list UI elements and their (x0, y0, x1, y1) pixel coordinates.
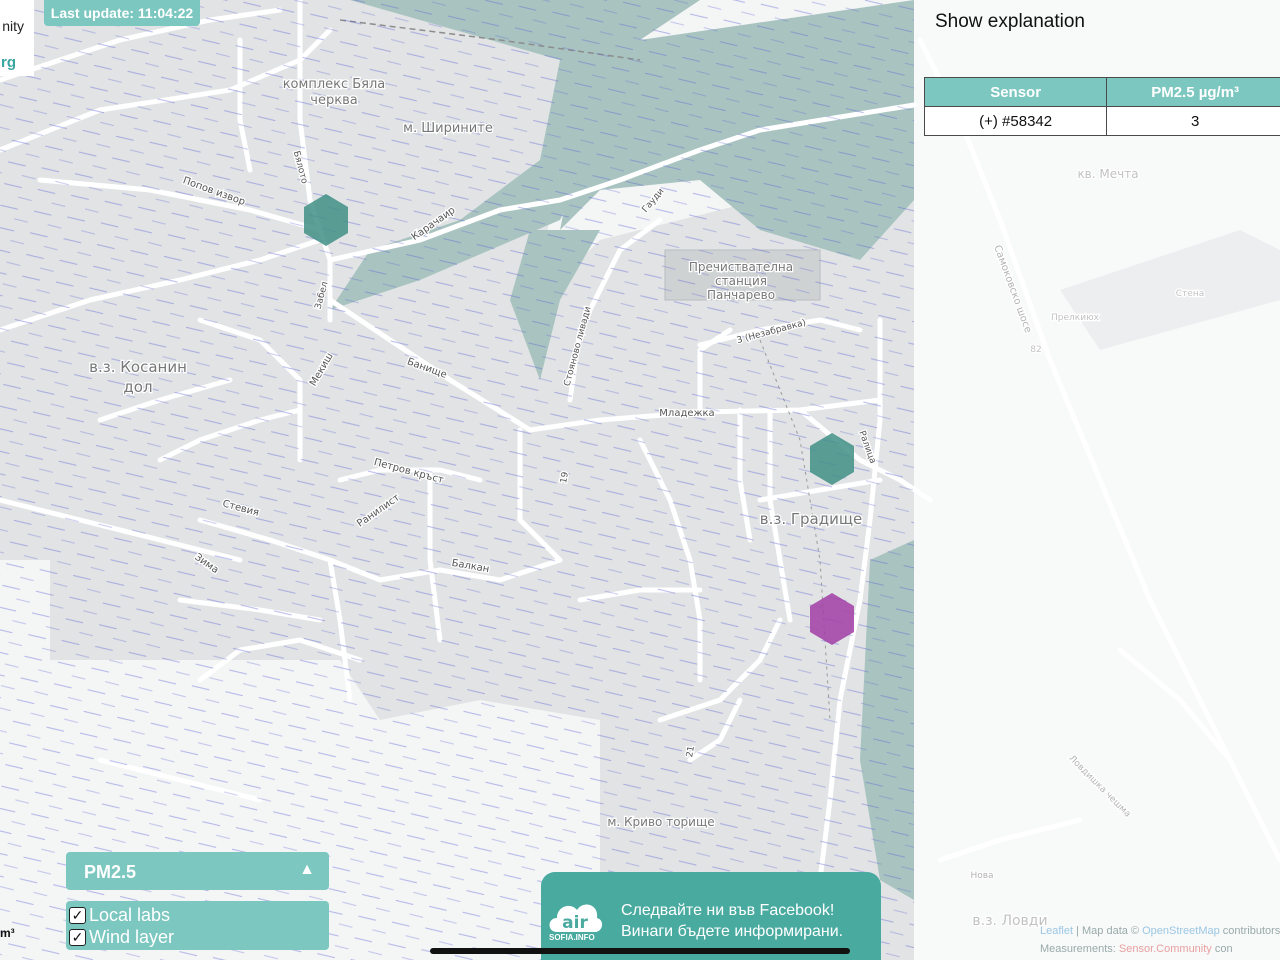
map-label-district: дол (123, 378, 152, 396)
info-text: nity (2, 18, 24, 34)
sidebar: Show explanation Sensor PM2.5 µg/m³ (+) … (914, 0, 1280, 960)
wind-layer (0, 0, 914, 960)
sensor-id-cell[interactable]: (+) #58342 (923, 106, 1108, 136)
table-row[interactable]: (+) #58342 3 (923, 106, 1280, 136)
info-box: nity rg (0, 0, 34, 76)
map-label-street: Младежка (659, 408, 714, 419)
map-label-street: 19 (559, 471, 571, 484)
banner-line-2: Винаги бъдете информирани. (621, 923, 844, 940)
attribution-text: Measurements: (1040, 943, 1119, 955)
attribution-text: con (1211, 943, 1233, 955)
home-indicator[interactable] (430, 948, 850, 954)
triangle-up-icon: ▲ (299, 861, 315, 878)
layer-toggle-wind-layer[interactable]: ✓ Wind layer (69, 926, 174, 948)
map-label-place: Панчарево (707, 288, 775, 302)
map-label-place: м. Криво торище (607, 815, 714, 829)
legend-unit-fragment: m³ (0, 926, 15, 940)
layer-label: Local labs (89, 904, 171, 925)
last-update-badge: Last update: 11:04:22 (44, 0, 200, 26)
checkbox-checked-icon[interactable]: ✓ (69, 906, 86, 924)
layer-control: ✓ Local labs ✓ Wind layer (66, 901, 329, 950)
map-app: комплекс Бяла черква м. Ширините в.з. Косан… (0, 0, 1280, 960)
osm-link[interactable]: OpenStreetMap (1142, 925, 1220, 937)
facebook-banner[interactable]: air SOFIA.INFO Следвайте ни във Facebook… (541, 872, 881, 960)
banner-line-1: Следвайте ни във Facebook! (621, 902, 835, 919)
table-header-row: Sensor PM2.5 µg/m³ (923, 77, 1280, 107)
column-header-pm25[interactable]: PM2.5 µg/m³ (1106, 77, 1280, 107)
map-label-place: черква (310, 93, 357, 108)
map-attribution: Leaflet | Map data © OpenStreetMap contr… (1040, 922, 1280, 958)
map-label-district: в.з. Косанин (89, 358, 187, 376)
leaflet-link[interactable]: Leaflet (1040, 925, 1073, 937)
map-label-place: станция (715, 274, 767, 288)
checkbox-checked-icon[interactable]: ✓ (69, 928, 86, 946)
map-label-place: комплекс Бяла (283, 77, 386, 92)
sensor-table: Sensor PM2.5 µg/m³ (+) #58342 3 (923, 77, 1280, 136)
layer-toggle-local-labs[interactable]: ✓ Local labs (69, 904, 170, 926)
show-explanation-link[interactable]: Show explanation (935, 11, 1085, 33)
pollutant-select[interactable]: PM2.5 ▲ (66, 852, 329, 890)
map-label-place: Пречиствателна (689, 260, 793, 274)
map-label-street: 21 (685, 745, 697, 758)
attribution-text: | Map data © (1073, 925, 1143, 937)
logo-caption: SOFIA.INFO (549, 933, 595, 942)
column-header-sensor[interactable]: Sensor (923, 77, 1108, 107)
pollutant-label: PM2.5 (84, 862, 137, 882)
attribution-text: contributors (1219, 925, 1280, 937)
layer-label: Wind layer (89, 926, 175, 947)
svg-text:air: air (562, 913, 588, 933)
sensor-community-link[interactable]: Sensor.Community (1119, 943, 1212, 955)
info-link[interactable]: rg (1, 54, 16, 71)
pm25-value-cell: 3 (1106, 106, 1280, 136)
map-label-place: м. Ширините (403, 121, 493, 136)
map-label-district: в.з. Градище (760, 510, 862, 528)
